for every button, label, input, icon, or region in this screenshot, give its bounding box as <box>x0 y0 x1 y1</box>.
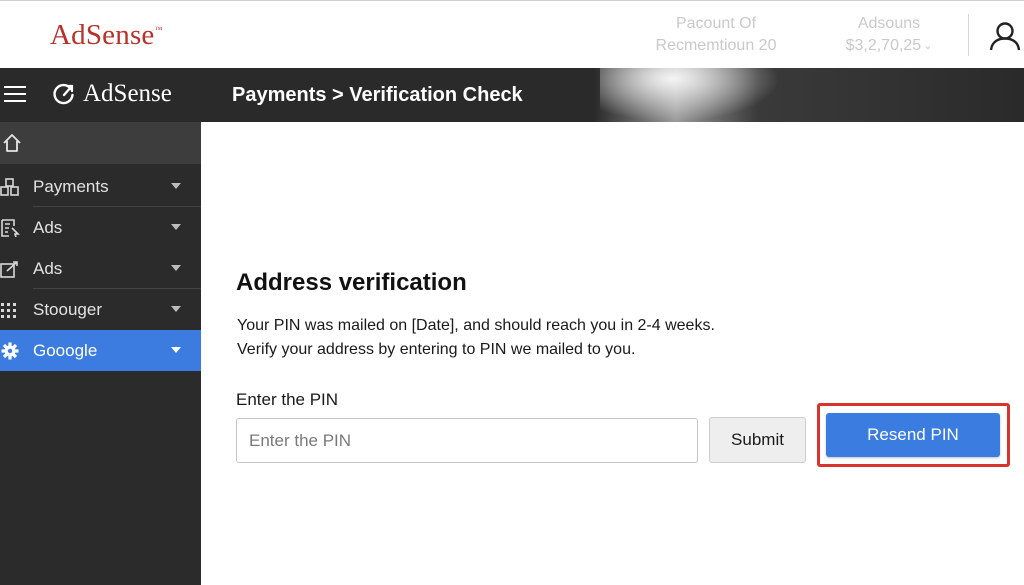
caret-down-icon <box>171 224 181 230</box>
main-content: Address verification Your PIN was mailed… <box>201 122 1024 585</box>
sidebar-item-label: Gooogle <box>33 341 98 360</box>
header-divider <box>968 14 969 56</box>
submit-button[interactable]: Submit <box>709 417 806 463</box>
ads-edit-icon <box>0 261 18 278</box>
grid-icon <box>1 303 16 318</box>
resend-pin-button[interactable]: Resend PIN <box>826 413 1000 457</box>
adsense-logo-icon <box>53 83 74 105</box>
sidebar-item-stoouger[interactable]: Stoouger <box>0 289 201 330</box>
sidebar-item-label: Ads <box>33 218 63 237</box>
description-line-1: Your PIN was mailed on [Date], and shoul… <box>237 317 715 334</box>
sidebar-item-label: Payments <box>33 177 109 196</box>
ads-list-icon <box>1 219 20 237</box>
account-info[interactable]: Pacount Of Recmemtioun 20 <box>646 13 786 57</box>
balance-label: Adsouns <box>857 15 921 32</box>
gear-icon <box>1 342 19 360</box>
chevron-down-icon: ⌄ <box>923 40 933 52</box>
account-line-2: Recmemtioun 20 <box>655 37 777 54</box>
app-bar: AdSense Payments > Verification Check <box>0 68 1024 122</box>
sidebar-home[interactable] <box>0 122 201 164</box>
trademark-mark: ™ <box>154 25 163 34</box>
page-title: Address verification <box>236 269 467 296</box>
description-line-2: Verify your address by entering to PIN w… <box>237 341 636 358</box>
home-icon <box>3 134 21 152</box>
user-account-icon[interactable] <box>988 21 1022 51</box>
account-line-1: Pacount Of <box>675 15 757 32</box>
caret-down-icon <box>171 347 181 353</box>
balance-value: $3,2,70,25 <box>845 37 922 54</box>
app-bar-glare <box>600 68 780 122</box>
sidebar-item-ads-2[interactable]: Ads <box>0 248 201 289</box>
caret-down-icon <box>171 265 181 271</box>
sidebar: Payments Ads Ads Stoouger Gooogle <box>0 122 201 585</box>
adsense-logo[interactable]: AdSense™ <box>50 19 163 52</box>
pin-field-label: Enter the PIN <box>236 390 339 409</box>
verification-description: Your PIN was mailed on [Date], and shoul… <box>237 314 715 362</box>
balance-dropdown[interactable]: Adsouns $3,2,70,25 ⌄ <box>836 13 942 58</box>
top-header: AdSense™ Pacount Of Recmemtioun 20 Adsou… <box>0 0 1024 68</box>
app-logo-text[interactable]: AdSense <box>83 80 172 108</box>
caret-down-icon <box>171 306 181 312</box>
sidebar-item-label: Ads <box>33 259 63 278</box>
sidebar-item-label: Stoouger <box>33 300 102 319</box>
pin-input[interactable] <box>236 418 698 463</box>
sidebar-item-ads[interactable]: Ads <box>0 207 201 248</box>
caret-down-icon <box>171 183 181 189</box>
breadcrumb: Payments > Verification Check <box>232 84 523 106</box>
hamburger-menu-icon[interactable] <box>4 86 26 104</box>
sidebar-item-gooogle[interactable]: Gooogle <box>0 330 201 371</box>
payments-icon <box>0 178 19 196</box>
sidebar-item-payments[interactable]: Payments <box>0 166 201 207</box>
